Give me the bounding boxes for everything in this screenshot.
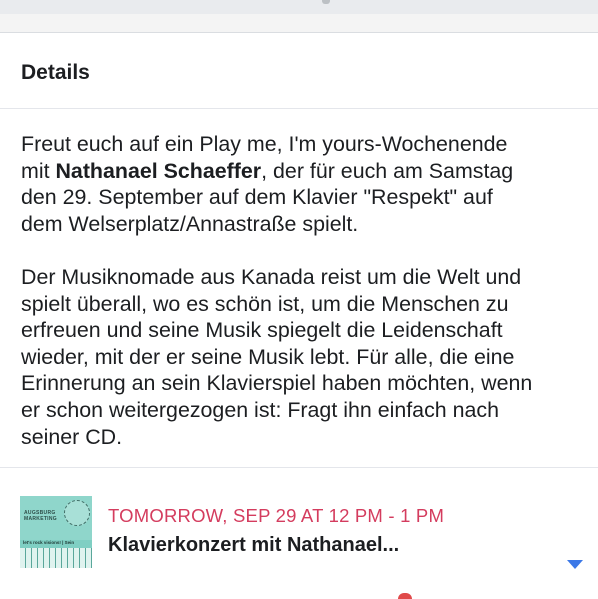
description-paragraph-gap bbox=[21, 237, 598, 264]
description-line: seiner CD. bbox=[21, 424, 123, 449]
thumbnail-logo-text: AUGSBURG MARKETING bbox=[24, 510, 57, 522]
chevron-down-icon[interactable] bbox=[567, 560, 583, 569]
artist-name[interactable]: Nathanael Schaeffer bbox=[55, 159, 261, 183]
piano-key bbox=[86, 548, 92, 568]
description-line: erfreuen und seine Musik spiegelt die Le… bbox=[21, 318, 503, 343]
event-description: Freut euch auf ein Play me, I'm yours-Wo… bbox=[21, 131, 598, 450]
description-line: Freut euch auf ein Play me, I'm yours-Wo… bbox=[21, 132, 508, 156]
related-event-row[interactable]: AUGSBURG MARKETING let's rock visions! | … bbox=[0, 468, 598, 599]
thumbnail-tagline: let's rock visions! | Sein bbox=[23, 540, 75, 545]
details-header: Details bbox=[0, 33, 598, 109]
section-gap bbox=[0, 14, 598, 32]
event-title[interactable]: Klavierkonzert mit Nathanael... bbox=[108, 534, 399, 557]
description-line: spielt überall, wo es schön ist, um die … bbox=[21, 291, 509, 316]
description-line: er schon weitergezogen ist: Fragt ihn ei… bbox=[21, 397, 499, 422]
event-date: TOMORROW, SEP 29 AT 12 PM - 1 PM bbox=[108, 505, 445, 526]
description-line: wieder, mit der er seine Musik lebt. Für… bbox=[21, 344, 515, 369]
details-card: Details Freut euch auf ein Play me, I'm … bbox=[0, 32, 598, 599]
description-line: Der Musiknomade aus Kanada reist um die … bbox=[21, 264, 522, 289]
description-line: den 29. September auf dem Klavier "Respe… bbox=[21, 185, 493, 210]
description-line: Erinnerung an sein Klavierspiel haben mö… bbox=[21, 371, 533, 396]
bottom-tab-hint bbox=[398, 593, 412, 599]
thumbnail-logo-mark bbox=[64, 500, 90, 526]
event-thumbnail[interactable]: AUGSBURG MARKETING let's rock visions! | … bbox=[20, 496, 92, 568]
details-title: Details bbox=[21, 61, 90, 84]
thumbnail-logo-line: MARKETING bbox=[24, 516, 57, 522]
description-line: mit Nathanael Schaeffer, der für euch am… bbox=[21, 158, 514, 183]
piano-keys-graphic bbox=[20, 548, 92, 568]
scroll-indicator bbox=[322, 0, 330, 4]
description-line: dem Welserplatz/Annastraße spielt. bbox=[21, 211, 359, 236]
top-status-strip bbox=[0, 0, 598, 14]
